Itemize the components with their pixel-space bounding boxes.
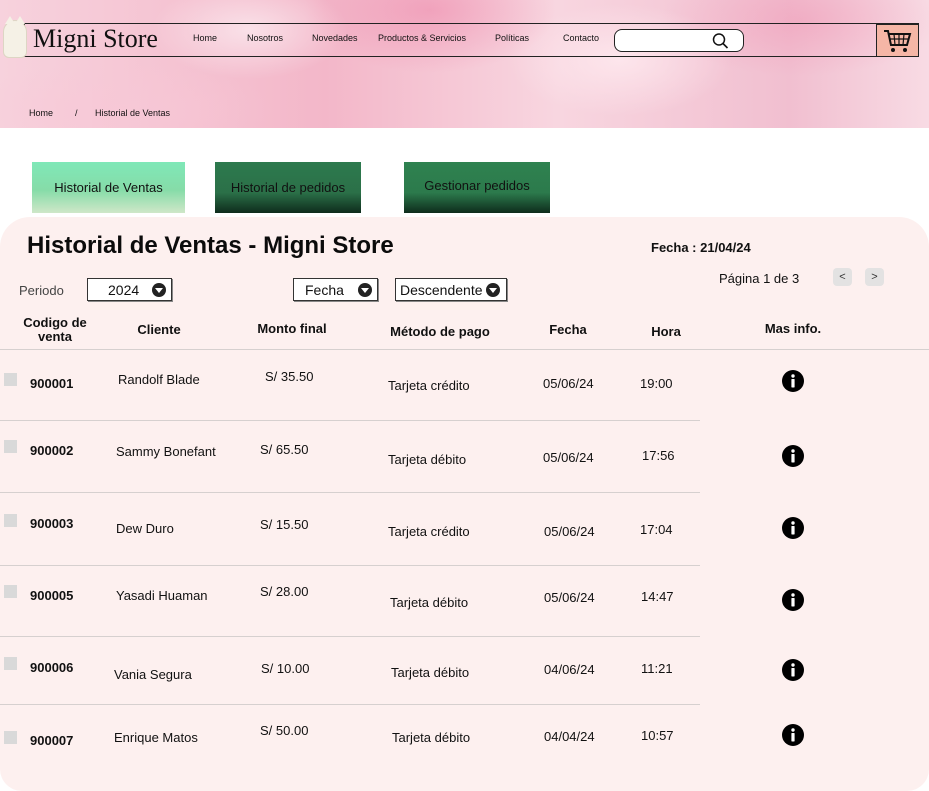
cell-time: 19:00 bbox=[640, 376, 673, 391]
cell-code: 900001 bbox=[30, 376, 74, 391]
row-divider bbox=[0, 636, 700, 637]
header-hora: Hora bbox=[651, 324, 681, 339]
cell-payment: Tarjeta débito bbox=[390, 595, 469, 610]
cell-amount: S/ 10.00 bbox=[261, 661, 310, 676]
nav-productos-servicios[interactable]: Productos & Servicios bbox=[378, 33, 466, 43]
cell-amount: S/ 50.00 bbox=[260, 723, 309, 738]
row-divider bbox=[0, 704, 700, 705]
cell-client: Sammy Bonefant bbox=[116, 444, 216, 459]
logo-cat-icon bbox=[3, 16, 27, 58]
cell-time: 11:21 bbox=[641, 661, 673, 676]
cell-payment: Tarjeta débito bbox=[391, 665, 470, 680]
cell-code: 900006 bbox=[30, 660, 74, 675]
row-checkbox[interactable] bbox=[4, 514, 17, 527]
row-checkbox[interactable] bbox=[4, 585, 17, 598]
nav-politicas[interactable]: Políticas bbox=[495, 33, 529, 43]
info-icon[interactable] bbox=[782, 370, 804, 392]
tab-historial-pedidos[interactable]: Historial de pedidos bbox=[215, 162, 361, 213]
row-divider bbox=[0, 492, 700, 493]
sort-order-value: Descendente bbox=[400, 281, 483, 298]
tab-historial-ventas[interactable]: Historial de Ventas bbox=[32, 162, 185, 213]
cart-icon bbox=[884, 30, 912, 52]
pagination-label: Página 1 de 3 bbox=[719, 271, 800, 286]
header-cliente: Cliente bbox=[137, 322, 181, 337]
cell-time: 14:47 bbox=[641, 589, 674, 604]
row-divider bbox=[0, 565, 700, 566]
info-icon[interactable] bbox=[782, 517, 804, 539]
brand-name[interactable]: Migni Store bbox=[33, 24, 158, 54]
cell-payment: Tarjeta crédito bbox=[388, 378, 470, 393]
cell-amount: S/ 15.50 bbox=[260, 517, 309, 532]
current-date: Fecha : 21/04/24 bbox=[651, 240, 751, 255]
sort-field-value: Fecha bbox=[305, 281, 344, 298]
chevron-down-icon bbox=[152, 283, 166, 297]
period-select[interactable]: 2024 bbox=[87, 278, 172, 301]
period-label: Periodo bbox=[19, 283, 64, 298]
cell-client: Enrique Matos bbox=[114, 730, 198, 745]
cell-date: 05/06/24 bbox=[543, 376, 594, 391]
cell-date: 04/04/24 bbox=[544, 729, 595, 744]
cell-date: 05/06/24 bbox=[544, 590, 595, 605]
next-page-button[interactable]: > bbox=[865, 268, 884, 286]
cell-amount: S/ 28.00 bbox=[260, 584, 309, 599]
period-value: 2024 bbox=[108, 281, 140, 298]
cell-payment: Tarjeta débito bbox=[388, 452, 467, 467]
cell-amount: S/ 35.50 bbox=[265, 369, 314, 384]
nav-novedades[interactable]: Novedades bbox=[312, 33, 358, 43]
breadcrumb-separator: / bbox=[75, 108, 78, 118]
cell-date: 04/06/24 bbox=[544, 662, 595, 677]
row-divider bbox=[0, 420, 700, 421]
cell-payment: Tarjeta débito bbox=[392, 730, 471, 745]
row-checkbox[interactable] bbox=[4, 731, 17, 744]
page-title: Historial de Ventas - Migni Store bbox=[27, 232, 394, 259]
cell-code: 900002 bbox=[30, 443, 74, 458]
info-icon[interactable] bbox=[782, 445, 804, 467]
cell-client: Vania Segura bbox=[114, 667, 192, 682]
cell-code: 900005 bbox=[30, 588, 74, 603]
header-mas-info: Mas info. bbox=[764, 321, 822, 336]
row-checkbox[interactable] bbox=[4, 657, 17, 670]
cart-button[interactable] bbox=[876, 24, 919, 57]
navbar bbox=[24, 23, 919, 57]
chevron-down-icon bbox=[486, 283, 500, 297]
header-metodo-pago: Método de pago bbox=[390, 324, 490, 339]
chevron-down-icon bbox=[358, 283, 372, 297]
search-icon[interactable] bbox=[711, 32, 729, 50]
cell-code: 900003 bbox=[30, 516, 74, 531]
breadcrumb-current: Historial de Ventas bbox=[95, 108, 171, 118]
sort-field-select[interactable]: Fecha bbox=[293, 278, 378, 301]
cell-time: 17:56 bbox=[642, 448, 675, 463]
cell-amount: S/ 65.50 bbox=[260, 442, 309, 457]
cell-time: 10:57 bbox=[641, 728, 674, 743]
cell-payment: Tarjeta crédito bbox=[388, 524, 470, 539]
cell-client: Randolf Blade bbox=[118, 372, 200, 387]
nav-contacto[interactable]: Contacto bbox=[563, 33, 599, 43]
info-icon[interactable] bbox=[782, 724, 804, 746]
breadcrumb-home[interactable]: Home bbox=[29, 108, 53, 118]
nav-nosotros[interactable]: Nosotros bbox=[247, 33, 283, 43]
row-checkbox[interactable] bbox=[4, 440, 17, 453]
cell-time: 17:04 bbox=[640, 522, 673, 537]
cell-date: 05/06/24 bbox=[543, 450, 594, 465]
sort-order-select[interactable]: Descendente bbox=[395, 278, 507, 301]
header-fecha: Fecha bbox=[549, 322, 587, 337]
info-icon[interactable] bbox=[782, 589, 804, 611]
cell-date: 05/06/24 bbox=[544, 524, 595, 539]
cell-client: Dew Duro bbox=[116, 521, 174, 536]
header-divider bbox=[0, 349, 929, 350]
prev-page-button[interactable]: < bbox=[833, 268, 852, 286]
cell-code: 900007 bbox=[30, 733, 74, 748]
tab-gestionar-pedidos[interactable]: Gestionar pedidos bbox=[404, 162, 550, 213]
info-icon[interactable] bbox=[782, 659, 804, 681]
nav-home[interactable]: Home bbox=[193, 33, 217, 43]
header-codigo: Codigo de venta bbox=[23, 315, 87, 344]
header-monto: Monto final bbox=[257, 321, 327, 336]
cell-client: Yasadi Huaman bbox=[116, 588, 208, 603]
row-checkbox[interactable] bbox=[4, 373, 17, 386]
